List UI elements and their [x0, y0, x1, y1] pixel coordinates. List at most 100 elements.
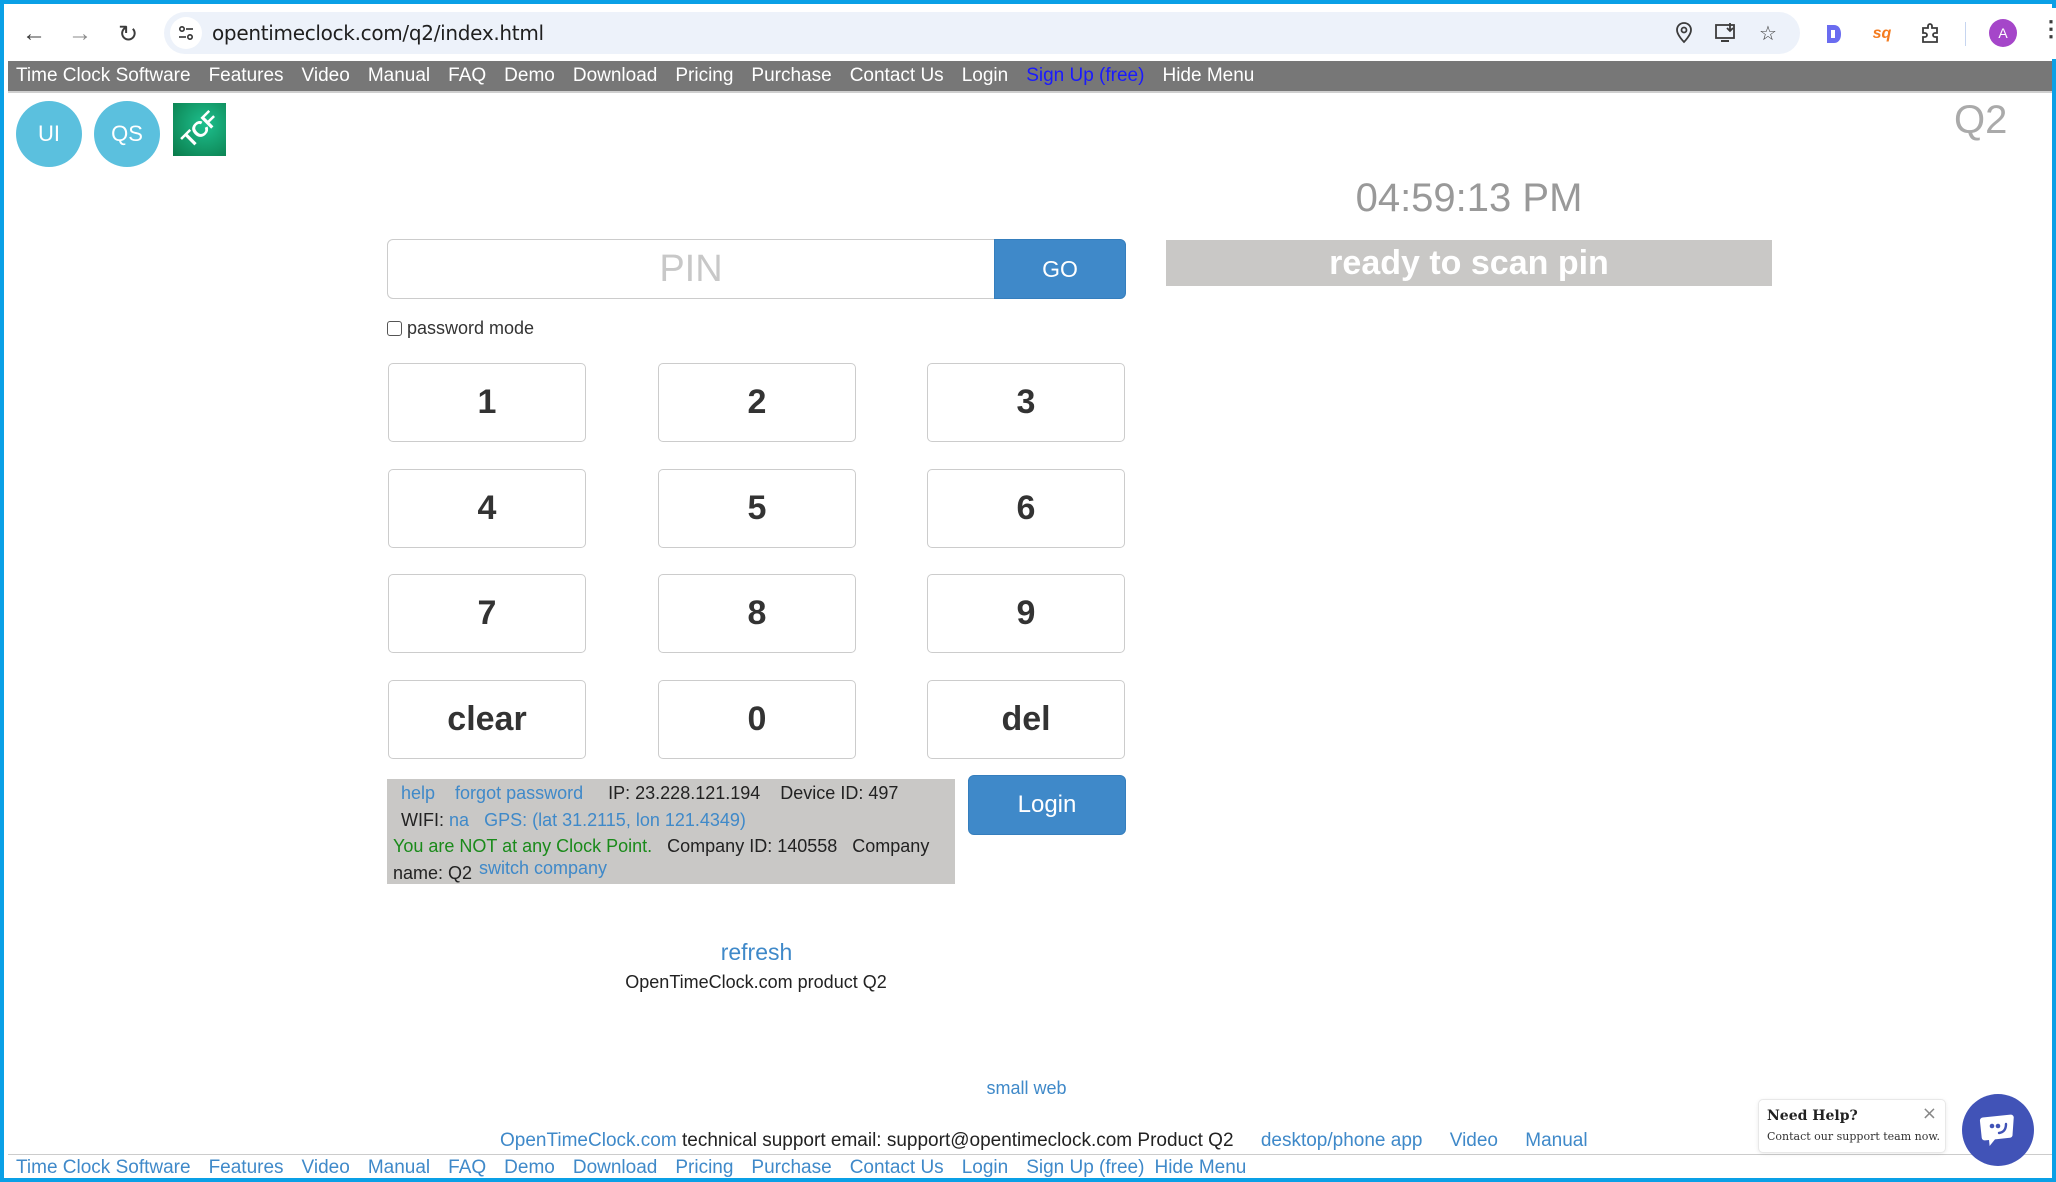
help-link[interactable]: help [401, 783, 435, 803]
ui-circle-button[interactable]: UI [16, 101, 82, 167]
nav-manual[interactable]: Manual [368, 65, 430, 87]
extensions-puzzle-icon[interactable] [1916, 20, 1944, 48]
bottom-nav-demo[interactable]: Demo [504, 1157, 555, 1179]
qs-circle-button[interactable]: QS [94, 101, 160, 167]
info-line-3: You are NOT at any Clock Point. Company … [387, 833, 955, 886]
footer-site-link[interactable]: OpenTimeClock.com [500, 1130, 677, 1151]
switch-company-link[interactable]: switch company [479, 858, 607, 879]
key-6[interactable]: 6 [927, 469, 1125, 548]
help-popup-title: Need Help? [1767, 1108, 1858, 1124]
key-7[interactable]: 7 [388, 574, 586, 653]
footer-video-link[interactable]: Video [1450, 1130, 1498, 1151]
key-3[interactable]: 3 [927, 363, 1125, 442]
extension-sq-icon[interactable]: sq [1868, 20, 1896, 48]
bottom-nav-purchase[interactable]: Purchase [751, 1157, 831, 1179]
tcf-logo[interactable]: TCF [173, 103, 226, 156]
bookmark-star-icon[interactable]: ☆ [1753, 18, 1783, 48]
pin-input[interactable] [387, 239, 995, 299]
key-clear[interactable]: clear [388, 680, 586, 759]
device-info-box: help forgot password IP: 23.228.121.194 … [387, 779, 955, 884]
refresh-link[interactable]: refresh [604, 939, 909, 966]
bottom-nav-sign-up[interactable]: Sign Up (free) [1026, 1157, 1144, 1179]
nav-download[interactable]: Download [573, 65, 658, 87]
browser-toolbar: ← → ↻ opentimeclock.com/q2/index.html ☆ … [8, 8, 2056, 59]
chat-bubble-icon [1979, 1114, 2014, 1146]
key-del[interactable]: del [927, 680, 1125, 759]
bottom-nav-pricing[interactable]: Pricing [675, 1157, 733, 1179]
footer-divider [8, 1154, 2052, 1155]
nav-features[interactable]: Features [209, 65, 284, 87]
info-line-1: help forgot password IP: 23.228.121.194 … [387, 780, 955, 807]
password-mode-toggle[interactable]: password mode [387, 318, 534, 339]
chat-support-button[interactable] [1962, 1094, 2034, 1166]
ip-address: IP: 23.228.121.194 [608, 783, 761, 803]
gps-link[interactable]: GPS: (lat 31.2115, lon 121.4349) [484, 810, 746, 830]
password-mode-label: password mode [407, 318, 535, 338]
go-button[interactable]: GO [994, 239, 1126, 299]
location-icon[interactable] [1669, 18, 1699, 48]
info-line-2: WIFI: na GPS: (lat 31.2115, lon 121.4349… [387, 807, 955, 834]
install-app-icon[interactable] [1711, 18, 1741, 48]
company-id: Company ID: 140558 [667, 836, 838, 856]
password-mode-checkbox[interactable] [387, 321, 402, 336]
top-nav: Time Clock Software Features Video Manua… [8, 61, 2052, 93]
footer-support-line: OpenTimeClock.com technical support emai… [500, 1130, 1588, 1152]
key-4[interactable]: 4 [388, 469, 586, 548]
bottom-nav-time-clock-software[interactable]: Time Clock Software [16, 1157, 191, 1179]
key-5[interactable]: 5 [658, 469, 856, 548]
url-text[interactable]: opentimeclock.com/q2/index.html [212, 21, 544, 45]
bottom-nav-faq[interactable]: FAQ [448, 1157, 486, 1179]
nav-video[interactable]: Video [302, 65, 350, 87]
footer-support-text: technical support email: support@opentim… [681, 1130, 1234, 1151]
reload-icon[interactable]: ↻ [112, 18, 144, 50]
nav-contact-us[interactable]: Contact Us [850, 65, 944, 87]
bottom-nav: Time Clock Software Features Video Manua… [16, 1157, 1264, 1179]
clock-point-status: You are NOT at any Clock Point. [393, 836, 653, 856]
nav-hide-menu[interactable]: Hide Menu [1162, 65, 1254, 87]
nav-login[interactable]: Login [962, 65, 1009, 87]
key-0[interactable]: 0 [658, 680, 856, 759]
bottom-nav-manual[interactable]: Manual [368, 1157, 430, 1179]
nav-demo[interactable]: Demo [504, 65, 555, 87]
wifi-value-link[interactable]: na [449, 810, 469, 830]
wifi-label: WIFI: [401, 809, 444, 830]
nav-faq[interactable]: FAQ [448, 65, 486, 87]
key-1[interactable]: 1 [388, 363, 586, 442]
login-button[interactable]: Login [968, 775, 1126, 835]
profile-avatar[interactable]: A [1989, 19, 2017, 47]
toolbar-divider [1965, 22, 1966, 46]
key-2[interactable]: 2 [658, 363, 856, 442]
address-bar[interactable]: opentimeclock.com/q2/index.html ☆ [164, 12, 1800, 54]
close-icon[interactable]: × [1922, 1103, 1937, 1124]
forward-icon[interactable]: → [64, 18, 96, 50]
help-popup[interactable]: Need Help? Contact our support team now.… [1758, 1099, 1946, 1153]
menu-kebab-icon[interactable]: ⋮ [2040, 18, 2056, 40]
bottom-nav-download[interactable]: Download [573, 1157, 658, 1179]
product-label: OpenTimeClock.com product Q2 [625, 972, 887, 992]
bottom-nav-features[interactable]: Features [209, 1157, 284, 1179]
footer-manual-link[interactable]: Manual [1525, 1130, 1587, 1151]
logo-text: TCF [176, 106, 223, 153]
nav-pricing[interactable]: Pricing [675, 65, 733, 87]
footer-desktop-app-link[interactable]: desktop/phone app [1261, 1130, 1423, 1151]
nav-sign-up[interactable]: Sign Up (free) [1026, 65, 1144, 87]
device-id: Device ID: 497 [780, 783, 899, 803]
small-web-link[interactable]: small web [904, 1078, 1149, 1099]
bottom-nav-hide-menu[interactable]: Hide Menu [1154, 1157, 1246, 1179]
site-info-icon[interactable] [170, 17, 202, 49]
status-banner: ready to scan pin [1166, 240, 1772, 286]
back-icon[interactable]: ← [18, 18, 50, 50]
nav-time-clock-software[interactable]: Time Clock Software [16, 65, 191, 87]
key-9[interactable]: 9 [927, 574, 1125, 653]
bottom-nav-contact-us[interactable]: Contact Us [850, 1157, 944, 1179]
nav-purchase[interactable]: Purchase [751, 65, 831, 87]
company-code: Q2 [1954, 98, 2008, 142]
info-line-4: x [387, 886, 955, 913]
browser-window: ← → ↻ opentimeclock.com/q2/index.html ☆ … [0, 0, 2056, 1182]
clock-time: 04:59:13 PM [1355, 176, 1583, 220]
bottom-nav-login[interactable]: Login [962, 1157, 1009, 1179]
key-8[interactable]: 8 [658, 574, 856, 653]
bottom-nav-video[interactable]: Video [302, 1157, 350, 1179]
extension-d-icon[interactable] [1820, 20, 1848, 48]
forgot-password-link[interactable]: forgot password [455, 783, 583, 803]
